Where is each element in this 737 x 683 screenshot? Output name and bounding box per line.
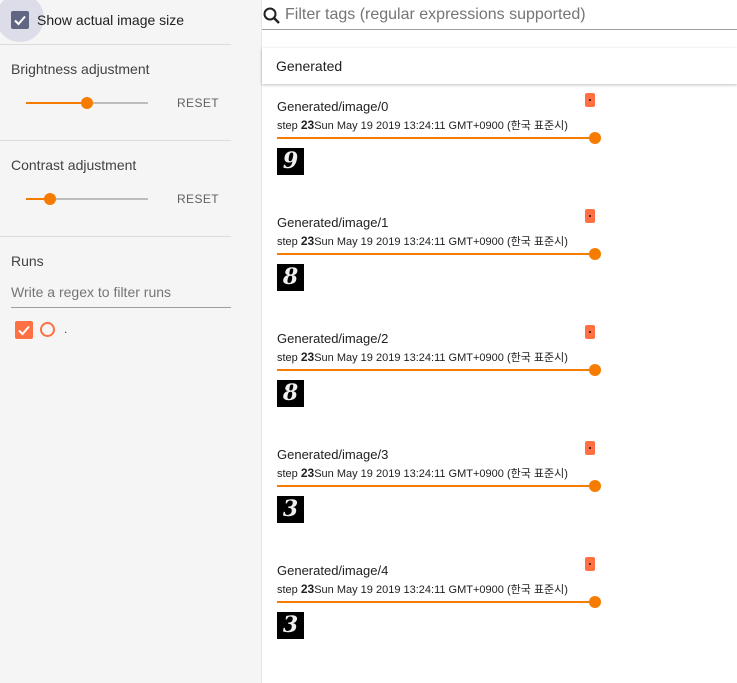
main-panel: Filter tags (regular expressions support… [262, 0, 737, 683]
card-step: step 23Sun May 19 2019 13:24:11 GMT+0900… [277, 349, 568, 365]
step-timestamp: Sun May 19 2019 13:24:11 GMT+0900 (한국 표준… [314, 352, 568, 364]
contrast-reset-button[interactable]: RESET [170, 187, 226, 211]
generated-digit: 8 [282, 380, 299, 406]
brightness-title: Brightness adjustment [11, 61, 150, 77]
contrast-title: Contrast adjustment [11, 157, 137, 173]
run-name: . [64, 322, 68, 336]
card-title: Generated/image/3 [277, 447, 389, 462]
tag-filter-input[interactable]: Filter tags (regular expressions support… [285, 6, 586, 24]
sidebar: Show actual image size Brightness adjust… [0, 0, 262, 683]
card-title: Generated/image/2 [277, 331, 389, 346]
step-value: 23 [300, 582, 315, 596]
step-value: 23 [300, 466, 315, 480]
run-color-badge [585, 93, 595, 107]
runs-filter-input[interactable]: Write a regex to filter runs [11, 284, 231, 308]
step-value: 23 [300, 118, 315, 132]
divider [0, 236, 231, 237]
step-slider-thumb[interactable] [589, 364, 601, 376]
show-actual-size-label: Show actual image size [37, 12, 185, 28]
contrast-slider-thumb[interactable] [44, 193, 57, 205]
run-color-circle[interactable] [40, 322, 55, 337]
step-label: step [277, 120, 298, 132]
generated-digit: 9 [282, 148, 299, 174]
step-value: 23 [300, 350, 315, 364]
step-slider-track[interactable] [277, 601, 595, 603]
step-label: step [277, 352, 298, 364]
step-value: 23 [300, 234, 315, 248]
card-step: step 23Sun May 19 2019 13:24:11 GMT+0900… [277, 465, 568, 481]
step-timestamp: Sun May 19 2019 13:24:11 GMT+0900 (한국 표준… [314, 468, 568, 480]
generated-digit: 8 [282, 264, 299, 290]
generated-image[interactable]: 3 [277, 496, 304, 523]
brightness-slider-fill [26, 102, 87, 104]
run-color-badge [585, 209, 595, 223]
tag-group-header[interactable]: Generated [262, 48, 737, 84]
run-color-badge [585, 441, 595, 455]
card-title: Generated/image/1 [277, 215, 389, 230]
divider [0, 140, 231, 141]
step-slider-track[interactable] [277, 485, 595, 487]
search-icon [263, 7, 280, 24]
step-slider-thumb[interactable] [589, 132, 601, 144]
card-title: Generated/image/4 [277, 563, 389, 578]
step-slider-track[interactable] [277, 137, 595, 139]
step-slider-track[interactable] [277, 253, 595, 255]
generated-digit: 3 [282, 496, 299, 522]
card-step: step 23Sun May 19 2019 13:24:11 GMT+0900… [277, 581, 568, 597]
step-timestamp: Sun May 19 2019 13:24:11 GMT+0900 (한국 표준… [314, 120, 568, 132]
generated-image[interactable]: 9 [277, 148, 304, 175]
brightness-slider-thumb[interactable] [81, 97, 93, 109]
tag-filter-bar[interactable]: Filter tags (regular expressions support… [262, 0, 737, 30]
run-checkbox[interactable] [15, 321, 33, 339]
generated-digit: 3 [282, 612, 299, 638]
generated-image[interactable]: 8 [277, 380, 304, 407]
card-title: Generated/image/0 [277, 99, 389, 114]
card-step: step 23Sun May 19 2019 13:24:11 GMT+0900… [277, 233, 568, 249]
step-slider-thumb[interactable] [589, 596, 601, 608]
tag-group-title: Generated [276, 58, 343, 74]
generated-image[interactable]: 8 [277, 264, 304, 291]
divider [0, 44, 231, 45]
step-slider-thumb[interactable] [589, 248, 601, 260]
show-actual-size-toggle[interactable]: Show actual image size [0, 0, 240, 42]
generated-image[interactable]: 3 [277, 612, 304, 639]
card-step: step 23Sun May 19 2019 13:24:11 GMT+0900… [277, 117, 568, 133]
run-color-badge [585, 557, 595, 571]
image-card: Generated/image/0 step 23Sun May 19 2019… [277, 93, 602, 215]
step-timestamp: Sun May 19 2019 13:24:11 GMT+0900 (한국 표준… [314, 236, 568, 248]
step-slider-thumb[interactable] [589, 480, 601, 492]
step-label: step [277, 468, 298, 480]
runs-title: Runs [11, 253, 44, 269]
image-card: Generated/image/1 step 23Sun May 19 2019… [277, 209, 602, 331]
step-timestamp: Sun May 19 2019 13:24:11 GMT+0900 (한국 표준… [314, 584, 568, 596]
show-actual-size-checkbox[interactable] [11, 11, 29, 29]
run-color-badge [585, 325, 595, 339]
step-slider-track[interactable] [277, 369, 595, 371]
image-card: Generated/image/3 step 23Sun May 19 2019… [277, 441, 602, 563]
step-label: step [277, 236, 298, 248]
brightness-reset-button[interactable]: RESET [170, 91, 226, 115]
image-card: Generated/image/2 step 23Sun May 19 2019… [277, 325, 602, 447]
check-icon [18, 325, 30, 336]
check-icon [14, 15, 26, 26]
step-label: step [277, 584, 298, 596]
image-card: Generated/image/4 step 23Sun May 19 2019… [277, 557, 602, 679]
